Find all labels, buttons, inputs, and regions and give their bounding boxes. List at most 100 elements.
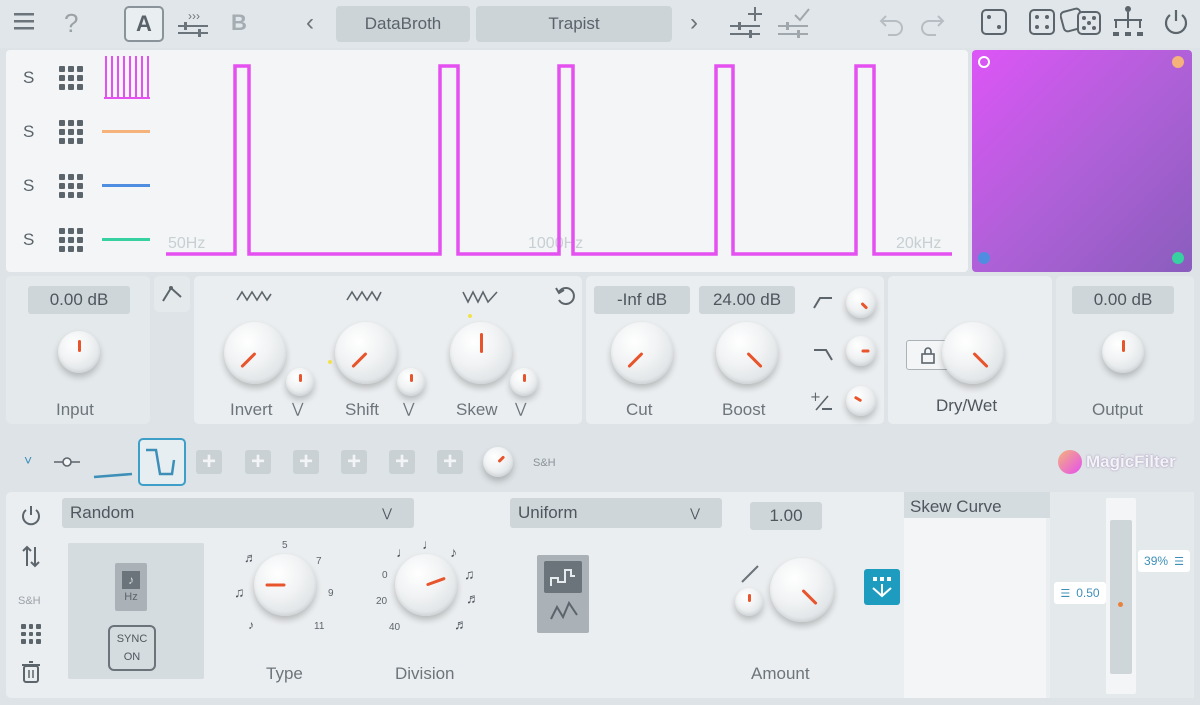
sync-button[interactable]: SYNC ON bbox=[108, 625, 156, 671]
save-preset-icon[interactable] bbox=[776, 4, 812, 47]
input-gain-value[interactable]: 0.00 dB bbox=[28, 286, 130, 314]
collapse-chevron-icon[interactable]: ˅ bbox=[24, 452, 32, 468]
cut-knob[interactable] bbox=[611, 322, 673, 384]
mod-depth-knob[interactable] bbox=[483, 447, 513, 477]
skew-mod-knob[interactable] bbox=[510, 368, 538, 396]
randomize-all-icon[interactable] bbox=[1059, 6, 1104, 45]
add-preset-icon[interactable] bbox=[728, 4, 764, 47]
output-gain-knob[interactable] bbox=[1102, 331, 1144, 373]
add-mod-slot-3[interactable]: + bbox=[293, 450, 319, 474]
invert-mod-knob[interactable] bbox=[286, 368, 314, 396]
redo-icon[interactable] bbox=[918, 8, 946, 43]
shift-mod-knob[interactable] bbox=[397, 368, 425, 396]
preset-bank-selector[interactable]: DataBroth bbox=[336, 6, 470, 42]
skew-slider-marker bbox=[1118, 602, 1123, 607]
step-smooth-toggle[interactable] bbox=[537, 555, 589, 633]
connect-icon[interactable] bbox=[52, 454, 82, 470]
add-mod-slot-1[interactable]: + bbox=[196, 450, 222, 474]
route-targets-icon[interactable] bbox=[864, 569, 900, 605]
source-dropdown[interactable]: Random ⋁ bbox=[62, 498, 414, 528]
boost-value[interactable]: 24.00 dB bbox=[699, 286, 795, 314]
boost-knob[interactable] bbox=[716, 322, 778, 384]
menu-icon[interactable] bbox=[13, 10, 35, 39]
filter-response-graph[interactable]: S S S S 50Hz 1000Hz 20kHz bbox=[6, 50, 968, 272]
amount-knob[interactable] bbox=[770, 558, 834, 622]
mod-grid-icon[interactable] bbox=[21, 624, 41, 644]
shift-knob[interactable] bbox=[335, 322, 397, 384]
xy-morph-pad[interactable] bbox=[972, 50, 1192, 272]
add-mod-slot-2[interactable]: + bbox=[245, 450, 271, 474]
skew-dropdown-icon[interactable]: ⋁ bbox=[515, 400, 526, 417]
mod-slot-2-active[interactable] bbox=[138, 438, 186, 486]
drag-handle-icon: ☰ bbox=[1060, 587, 1071, 600]
pad-corner-blue[interactable] bbox=[978, 252, 990, 264]
source-value: Random bbox=[70, 503, 135, 522]
invert-knob[interactable] bbox=[224, 322, 286, 384]
prev-preset-button[interactable]: ‹ bbox=[306, 9, 314, 37]
shift-dropdown-icon[interactable]: ⋁ bbox=[403, 400, 414, 417]
division-tick-20: 20 bbox=[376, 596, 388, 607]
note-thirtysecond-icon: ♬ bbox=[454, 616, 468, 632]
amount-mod-knob[interactable] bbox=[735, 588, 763, 616]
add-mod-slot-6[interactable]: + bbox=[437, 450, 463, 474]
type-knob[interactable] bbox=[254, 554, 316, 616]
smooth-mode-icon[interactable] bbox=[549, 599, 579, 623]
skew-knob[interactable] bbox=[450, 322, 512, 384]
pad-corner-pink[interactable] bbox=[978, 56, 990, 68]
swap-icon[interactable] bbox=[20, 544, 42, 570]
mod-slot-1[interactable] bbox=[92, 464, 134, 480]
rate-mode-box: ♪ Hz SYNC ON bbox=[68, 543, 204, 679]
skew-right-value-tag[interactable]: 39% ☰ bbox=[1138, 550, 1190, 572]
output-gain-value[interactable]: 0.00 dB bbox=[1072, 286, 1174, 314]
division-knob[interactable] bbox=[395, 554, 457, 616]
drag-handle-right-icon: ☰ bbox=[1174, 555, 1184, 568]
polarity-knob[interactable] bbox=[846, 386, 876, 416]
trash-icon[interactable] bbox=[20, 660, 42, 684]
step-mode-icon[interactable] bbox=[544, 561, 582, 593]
distribution-chevron-icon: ⋁ bbox=[690, 506, 700, 520]
dice-four-icon[interactable] bbox=[1028, 8, 1056, 43]
slope-up-knob[interactable] bbox=[846, 288, 876, 318]
preset-a-button[interactable]: A bbox=[124, 6, 164, 42]
preset-b-button[interactable]: B bbox=[231, 10, 247, 36]
input-gain-knob[interactable] bbox=[58, 331, 100, 373]
help-button[interactable]: ? bbox=[64, 8, 78, 39]
invert-dropdown-icon[interactable]: ⋁ bbox=[292, 400, 303, 417]
type-tick-9: 9 bbox=[328, 588, 334, 599]
svg-text:+: + bbox=[810, 390, 821, 405]
dice-icon[interactable] bbox=[980, 8, 1008, 43]
hz-sync-toggle[interactable]: ♪ Hz bbox=[115, 563, 147, 611]
shift-label: Shift bbox=[345, 400, 380, 419]
amount-value[interactable]: 1.00 bbox=[750, 502, 822, 530]
pad-corner-green[interactable] bbox=[1172, 252, 1184, 264]
mod-power-icon[interactable] bbox=[20, 504, 42, 526]
skew-left-value-tag[interactable]: ☰ 0.50 bbox=[1054, 582, 1106, 604]
reset-icon[interactable] bbox=[554, 284, 576, 306]
skew-right-value: 39% bbox=[1144, 554, 1169, 568]
undo-icon[interactable] bbox=[878, 8, 906, 43]
next-preset-button[interactable]: › bbox=[690, 9, 698, 37]
dry-wet-label: Dry/Wet bbox=[936, 396, 998, 415]
power-icon[interactable] bbox=[1162, 8, 1190, 43]
slope-down-knob[interactable] bbox=[846, 336, 876, 366]
note-sixteenth-icon: ♬ bbox=[466, 590, 480, 606]
pad-corner-orange[interactable] bbox=[1172, 56, 1184, 68]
skew-curve-editor[interactable] bbox=[904, 518, 1046, 698]
add-mod-slot-5[interactable]: + bbox=[389, 450, 415, 474]
top-toolbar: ? A ››› B ‹ DataBroth Trapist › bbox=[0, 0, 1200, 48]
sh-mod-label: S&H bbox=[533, 457, 556, 469]
add-mod-slot-4[interactable]: + bbox=[341, 450, 367, 474]
slope-down-icon bbox=[814, 349, 833, 361]
preset-name-selector[interactable]: Trapist bbox=[476, 6, 672, 42]
filter-curve bbox=[166, 64, 952, 256]
routing-icon[interactable] bbox=[1110, 4, 1146, 47]
distribution-dropdown[interactable]: Uniform ⋁ bbox=[510, 498, 722, 528]
curve-shape-icon[interactable] bbox=[154, 276, 190, 312]
skew-slider-fill[interactable] bbox=[1110, 520, 1132, 674]
cut-value[interactable]: -Inf dB bbox=[594, 286, 690, 314]
skew-label: Skew bbox=[456, 400, 498, 419]
sh-side-label: S&H bbox=[18, 595, 41, 607]
copy-a-to-b-icon[interactable]: ››› bbox=[176, 8, 210, 45]
dry-wet-knob[interactable] bbox=[942, 322, 1004, 384]
division-label: Division bbox=[395, 664, 455, 683]
